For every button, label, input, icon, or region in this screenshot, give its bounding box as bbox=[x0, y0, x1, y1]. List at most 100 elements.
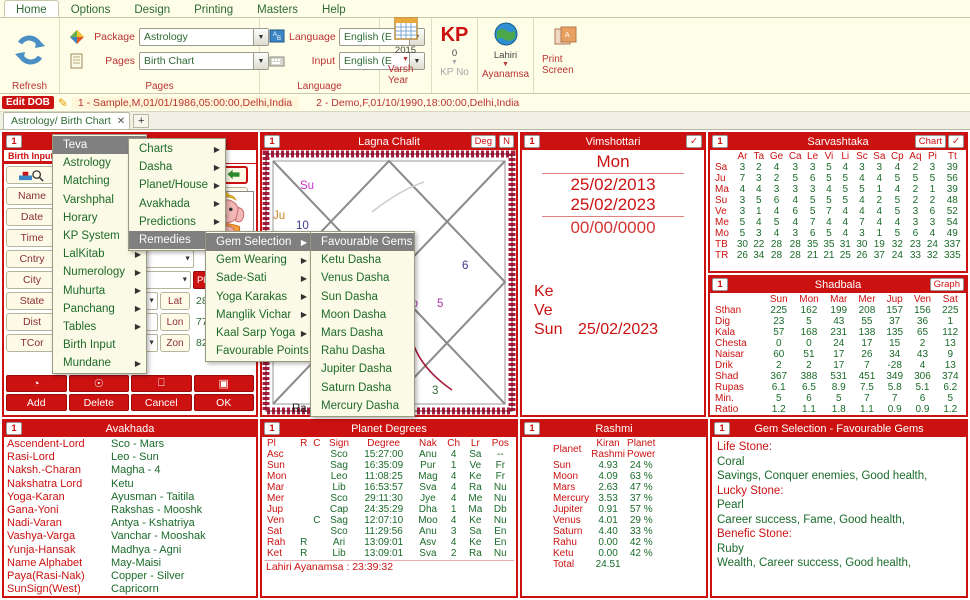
kp-no-button[interactable]: KP 0 ▼ KP No bbox=[440, 20, 469, 78]
table-row[interactable]: Mo 5 3 4 3 6 5 4 3 1 5 6 4 49 bbox=[712, 228, 964, 239]
lat-button[interactable]: Lat bbox=[160, 292, 190, 310]
print-screen-button[interactable]: A Print Screen bbox=[542, 22, 590, 76]
table-row[interactable]: Mer Sco 29:11:30 Jye 4 Me Nu bbox=[264, 493, 514, 504]
table-row[interactable]: Mon Leo 11:08:25 Mag 4 Ke Fr bbox=[264, 471, 514, 482]
dob-entry-1[interactable]: 1 - Sample,M,01/01/1986,05:00:00,Delhi,I… bbox=[71, 96, 299, 109]
n-button[interactable]: N bbox=[499, 135, 514, 148]
table-row[interactable]: Ma 4 4 3 3 3 4 5 5 1 4 2 1 39 bbox=[712, 184, 964, 195]
cancel-button[interactable]: Cancel bbox=[131, 394, 192, 411]
customer-lookup-button[interactable] bbox=[6, 166, 58, 184]
menubar-item-printing[interactable]: Printing bbox=[182, 0, 245, 17]
table-row[interactable]: Rah R Ari 13:09:01 Asv 4 Ke En bbox=[264, 537, 514, 548]
menu-l1-item-panchang[interactable]: Panchang ▶ bbox=[53, 300, 146, 318]
menubar-item-home[interactable]: Home bbox=[4, 0, 59, 17]
table-row[interactable]: Mars 2.63 47 % bbox=[550, 482, 656, 493]
menu-l2-item-avakhada[interactable]: Avakhada ▶ bbox=[129, 195, 225, 213]
menu-l3-item-favourable-points[interactable]: Favourable Points bbox=[206, 342, 312, 360]
sun-icon[interactable]: ☉ bbox=[68, 375, 129, 392]
table-row[interactable]: TR 26 34 28 28 21 21 25 26 37 24 33 32 335 bbox=[712, 250, 964, 261]
add-button[interactable]: Add bbox=[6, 394, 67, 411]
table-row[interactable]: Me 5 4 5 4 7 4 4 7 4 4 3 3 54 bbox=[712, 217, 964, 228]
menu-l4-item-favourable-gems[interactable]: Favourable Gems bbox=[311, 233, 414, 252]
menu-l2-item-dasha[interactable]: Dasha ▶ bbox=[129, 158, 225, 176]
vimshottari-check-button[interactable]: ✓ bbox=[686, 135, 702, 148]
table-row[interactable]: Sun Sag 16:35:09 Pur 1 Ve Fr bbox=[264, 460, 514, 471]
menu-l3-item-gem-wearing[interactable]: Gem Wearing ▶ bbox=[206, 251, 312, 269]
menu-l4-item-ketu-dasha[interactable]: Ketu Dasha bbox=[311, 251, 414, 269]
table-row[interactable]: Moon 4.09 63 % bbox=[550, 471, 656, 482]
menubar-item-design[interactable]: Design bbox=[122, 0, 182, 17]
menu-l4-item-venus-dasha[interactable]: Venus Dasha bbox=[311, 269, 414, 287]
table-row[interactable]: Mar Lib 16:53:57 Sva 4 Ra Nu bbox=[264, 482, 514, 493]
menu-l2-item-charts[interactable]: Charts ▶ bbox=[129, 140, 225, 158]
panel-number[interactable]: 1 bbox=[524, 135, 540, 148]
panel-number[interactable]: 1 bbox=[712, 135, 728, 148]
menu-l3-item-manglik-vichar[interactable]: Manglik Vichar ▶ bbox=[206, 306, 312, 324]
menu-l4-item-saturn-dasha[interactable]: Saturn Dasha bbox=[311, 379, 414, 397]
menu-l4-item-moon-dasha[interactable]: Moon Dasha bbox=[311, 306, 414, 324]
panel-number[interactable]: 1 bbox=[6, 135, 22, 148]
varsh-year-button[interactable]: 2015 ▼ Varsh Year bbox=[388, 12, 423, 86]
table-row[interactable]: Ve 3 1 4 6 5 7 4 4 4 5 3 6 52 bbox=[712, 206, 964, 217]
menu-l1-item-numerology[interactable]: Numerology ▶ bbox=[53, 263, 146, 281]
table-row[interactable]: Drik 2 2 17 7 -28 4 13 bbox=[712, 360, 964, 371]
lon-button[interactable]: Lon bbox=[160, 313, 190, 331]
context-menu-level-4[interactable]: Favourable Gems Ketu Dasha Venus Dasha Sun … bbox=[310, 231, 415, 417]
table-row[interactable]: Min. 5 6 5 7 7 6 5 bbox=[712, 393, 964, 404]
globe-icon[interactable]: ◔ bbox=[6, 375, 67, 392]
table-row[interactable]: Sa 3 2 4 3 3 5 4 3 3 4 2 3 39 bbox=[712, 162, 964, 173]
menu-l3-item-sade-sati[interactable]: Sade-Sati ▶ bbox=[206, 269, 312, 287]
menu-l4-item-mercury-dasha[interactable]: Mercury Dasha bbox=[311, 397, 414, 415]
table-row[interactable]: Venus 4.01 29 % bbox=[550, 515, 656, 526]
close-icon[interactable]: ✕ bbox=[117, 116, 125, 127]
panel-number[interactable]: 1 bbox=[714, 422, 730, 435]
table-row[interactable]: Sun 4.93 24 % bbox=[550, 460, 656, 471]
menu-l4-item-rahu-dasha[interactable]: Rahu Dasha bbox=[311, 342, 414, 360]
table-row[interactable]: Mercury 3.53 37 % bbox=[550, 493, 656, 504]
table-row[interactable]: Su 3 5 6 4 5 5 5 4 2 5 2 2 48 bbox=[712, 195, 964, 206]
menu-l1-item-mundane[interactable]: Mundane ▶ bbox=[53, 354, 146, 372]
dob-entry-2[interactable]: 2 - Demo,F,01/10/1990,18:00:00,Delhi,Ind… bbox=[310, 97, 525, 109]
refresh-button[interactable] bbox=[8, 32, 51, 66]
menubar-item-help[interactable]: Help bbox=[310, 0, 358, 17]
table-row[interactable]: Ket R Lib 13:09:01 Sva 2 Ra Nu bbox=[264, 548, 514, 559]
pencil-icon[interactable]: ✎ bbox=[54, 96, 72, 110]
context-menu-level-3[interactable]: Gem Selection ▶ Gem Wearing ▶ Sade-Sati ▶ Yoga… bbox=[205, 231, 313, 363]
panel-number[interactable]: 1 bbox=[6, 422, 22, 435]
table-row[interactable]: Rupas 6.1 6.5 8.9 7.5 5.8 5.1 6.2 bbox=[712, 382, 964, 393]
menu-l4-item-mars-dasha[interactable]: Mars Dasha bbox=[311, 324, 414, 342]
deg-button[interactable]: Deg bbox=[470, 135, 496, 148]
table-row[interactable]: Saturn 4.40 33 % bbox=[550, 526, 656, 537]
zon-button[interactable]: Zon bbox=[160, 334, 190, 352]
menubar-item-options[interactable]: Options bbox=[59, 0, 123, 17]
sarvashtaka-chart-button[interactable]: Chart bbox=[914, 135, 946, 148]
delete-button[interactable]: Delete bbox=[68, 394, 129, 411]
table-row[interactable]: Jup Cap 24:35:29 Dha 1 Ma Db bbox=[264, 504, 514, 515]
menu-l2-item-planet-house[interactable]: Planet/House ▶ bbox=[129, 176, 225, 194]
ok-button[interactable]: OK bbox=[193, 394, 254, 411]
table-row[interactable]: Ratio 1.2 1.1 1.8 1.1 0.9 0.9 1.2 bbox=[712, 404, 964, 415]
vimshottari-dasha-row[interactable]: Sun 25/02/2023 bbox=[534, 320, 698, 339]
menu-l4-item-sun-dasha[interactable]: Sun Dasha bbox=[311, 288, 414, 306]
table-row[interactable]: Ven C Sag 12:07:10 Moo 4 Ke Nu bbox=[264, 515, 514, 526]
table-row[interactable]: Total 24.51 bbox=[550, 559, 656, 570]
table-row[interactable]: Asc Sco 15:27:00 Anu 4 Sa -- bbox=[264, 449, 514, 460]
menu-l3-item-gem-selection[interactable]: Gem Selection ▶ bbox=[206, 233, 312, 252]
shadbala-graph-button[interactable]: Graph bbox=[929, 278, 964, 291]
page-icon[interactable]: ⎕ bbox=[131, 375, 192, 392]
menu-l3-item-yoga-karakas[interactable]: Yoga Karakas ▶ bbox=[206, 288, 312, 306]
menu-l1-item-muhurta[interactable]: Muhurta ▶ bbox=[53, 282, 146, 300]
menu-l1-item-birth-input[interactable]: Birth Input bbox=[53, 336, 146, 354]
vimshottari-dasha-row[interactable]: Ke bbox=[534, 282, 698, 301]
add-tab-button[interactable]: + bbox=[133, 114, 150, 128]
table-row[interactable]: Sthan 225 162 199 208 157 156 225 bbox=[712, 305, 964, 316]
edit-dob-button[interactable]: Edit DOB bbox=[2, 96, 54, 109]
birth-input-tab-birth-input[interactable]: Birth Input bbox=[4, 150, 59, 163]
table-row[interactable]: TB 30 22 28 28 35 35 31 30 19 32 23 24 337 bbox=[712, 239, 964, 250]
table-row[interactable]: Naisar 60 51 17 26 34 43 9 bbox=[712, 349, 964, 360]
table-row[interactable]: Jupiter 0.91 57 % bbox=[550, 504, 656, 515]
table-row[interactable]: Kala 57 168 231 138 135 65 112 bbox=[712, 327, 964, 338]
panel-number[interactable]: 1 bbox=[264, 135, 280, 148]
pages-combo[interactable]: Birth Chart ▼ bbox=[139, 52, 269, 70]
table-row[interactable]: Dig 23 5 43 55 37 36 1 bbox=[712, 316, 964, 327]
